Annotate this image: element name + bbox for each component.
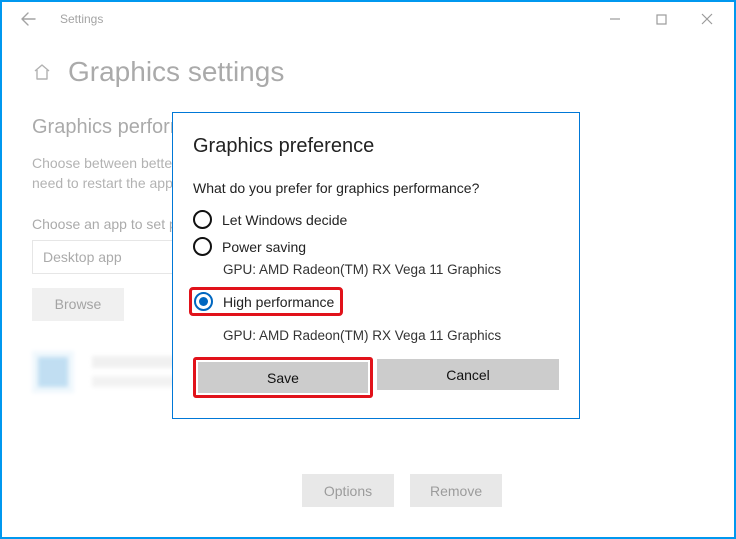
window-title: Settings bbox=[60, 12, 103, 26]
cancel-button[interactable]: Cancel bbox=[377, 359, 559, 390]
home-icon[interactable] bbox=[32, 62, 52, 82]
radio-high-performance-gpu: GPU: AMD Radeon(TM) RX Vega 11 Graphics bbox=[223, 328, 559, 343]
radio-label: Power saving bbox=[222, 239, 306, 255]
save-button[interactable]: Save bbox=[198, 362, 368, 393]
graphics-preference-dialog: Graphics preference What do you prefer f… bbox=[172, 112, 580, 419]
arrow-left-icon bbox=[20, 11, 36, 27]
minimize-icon bbox=[609, 13, 621, 25]
maximize-button[interactable] bbox=[638, 4, 684, 34]
radio-power-saving-gpu: GPU: AMD Radeon(TM) RX Vega 11 Graphics bbox=[223, 262, 559, 277]
radio-let-windows-decide[interactable]: Let Windows decide bbox=[193, 210, 559, 229]
dialog-title: Graphics preference bbox=[193, 135, 559, 158]
settings-window: Settings Graphics settings Graphics perf… bbox=[0, 0, 736, 539]
titlebar: Settings bbox=[2, 2, 734, 36]
page-title: Graphics settings bbox=[68, 56, 284, 88]
radio-power-saving[interactable]: Power saving bbox=[193, 237, 559, 256]
options-button[interactable]: Options bbox=[302, 474, 394, 507]
dialog-prompt: What do you prefer for graphics performa… bbox=[193, 180, 559, 196]
app-icon bbox=[32, 351, 74, 393]
back-button[interactable] bbox=[14, 5, 42, 33]
browse-button[interactable]: Browse bbox=[32, 288, 124, 321]
radio-icon bbox=[194, 292, 213, 311]
minimize-button[interactable] bbox=[592, 4, 638, 34]
radio-label: Let Windows decide bbox=[222, 212, 347, 228]
close-button[interactable] bbox=[684, 4, 730, 34]
save-button-highlight: Save bbox=[193, 357, 373, 398]
close-icon bbox=[701, 13, 713, 25]
radio-icon bbox=[193, 210, 212, 229]
radio-label: High performance bbox=[223, 294, 334, 310]
radio-high-performance[interactable]: High performance bbox=[189, 287, 343, 316]
radio-icon bbox=[193, 237, 212, 256]
remove-button[interactable]: Remove bbox=[410, 474, 502, 507]
maximize-icon bbox=[656, 14, 667, 25]
app-type-value: Desktop app bbox=[43, 249, 122, 265]
